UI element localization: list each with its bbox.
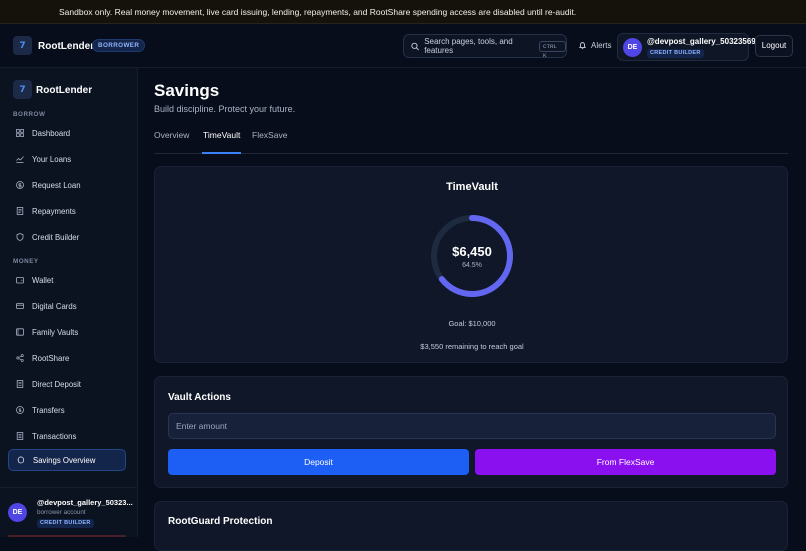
sidebar-item-label: Digital Cards	[32, 301, 77, 311]
list-icon	[16, 432, 24, 440]
vault-remaining: $3,550 remaining to reach goal	[420, 342, 524, 351]
section-label-borrow: BORROW	[13, 111, 46, 118]
page-title: Savings	[154, 81, 220, 100]
search-icon	[411, 42, 419, 50]
share-icon	[16, 354, 24, 362]
sidebar-item-label: Transfers	[32, 405, 65, 415]
sidebar-brand[interactable]: RootLender	[36, 85, 92, 96]
sidebar-item-label: Your Loans	[32, 154, 72, 164]
logo-icon[interactable]: 7	[13, 36, 32, 55]
sidebar-item-credit-builder[interactable]: Credit Builder	[8, 226, 126, 248]
amount-input[interactable]	[168, 413, 776, 439]
rootguard-title: RootGuard Protection	[168, 516, 273, 527]
bell-icon	[578, 42, 587, 50]
vault-actions-title: Vault Actions	[168, 392, 231, 403]
avatar: DE	[623, 38, 642, 57]
tab-flexsave[interactable]: FlexSave	[252, 129, 287, 154]
card-icon	[16, 303, 24, 309]
sandbox-banner: Sandbox only. Real money movement, live …	[0, 0, 806, 24]
logout-button[interactable]: Logout	[755, 35, 793, 57]
dollar-circle-icon	[16, 181, 24, 189]
timevault-title: TimeVault	[446, 181, 498, 193]
sidebar-item-label: Transactions	[32, 431, 77, 441]
sidebar-item-savings-overview[interactable]: Savings Overview	[8, 449, 126, 471]
sidebar-item-label: Credit Builder	[32, 232, 80, 242]
sidebar-user-card[interactable]: DE @devpost_gallery_50323... borrower ac…	[0, 487, 138, 537]
receipt-icon	[16, 207, 24, 215]
savings-tabs: Overview TimeVault FlexSave	[154, 129, 788, 154]
rootguard-card: RootGuard Protection	[154, 501, 788, 551]
vault-percent: 64.5%	[462, 262, 482, 269]
grid-icon	[16, 129, 24, 137]
page-subtitle: Build discipline. Protect your future.	[154, 104, 296, 114]
shortcut-hint: CTRL K	[539, 40, 566, 59]
role-badge: BORROWER	[92, 39, 146, 52]
sidebar-item-repayments[interactable]: Repayments	[8, 200, 126, 222]
wallet-icon	[16, 277, 24, 284]
brand-name[interactable]: RootLender	[38, 41, 94, 52]
sidebar-avatar: DE	[8, 503, 27, 522]
sidebar-item-wallet[interactable]: Wallet	[8, 269, 126, 291]
vault-actions-card: Vault Actions Deposit From FlexSave	[154, 376, 788, 488]
top-bar: 7 RootLender BORROWER Search pages, tool…	[0, 24, 806, 68]
timevault-card: TimeVault $6,450 64.5% Goal: $10,000 $3,…	[154, 166, 788, 363]
transfer-icon	[16, 406, 24, 414]
sidebar-item-label: Dashboard	[32, 128, 71, 138]
sidebar-item-request-loan[interactable]: Request Loan	[8, 174, 126, 196]
vault-goal: Goal: $10,000	[448, 319, 496, 328]
sidebar-item-label: Wallet	[32, 275, 54, 285]
deposit-button[interactable]: Deposit	[168, 449, 469, 475]
credit-builder-badge: CREDIT BUILDER	[647, 49, 704, 58]
sidebar-item-label: Family Vaults	[32, 327, 79, 337]
vault-icon	[16, 328, 24, 336]
sidebar-item-rootshare[interactable]: RootShare	[8, 347, 126, 369]
loans-icon	[16, 156, 24, 163]
main-content: Savings Build discipline. Protect your f…	[138, 68, 806, 551]
sidebar-credit-builder-badge: CREDIT BUILDER	[37, 519, 94, 528]
alerts-button[interactable]: Alerts	[578, 41, 611, 50]
sidebar-item-transfers[interactable]: Transfers	[8, 399, 126, 421]
search-box[interactable]: Search pages, tools, and features CTRL K	[403, 34, 567, 59]
sidebar-item-your-loans[interactable]: Your Loans	[8, 148, 126, 170]
sidebar-item-label: Direct Deposit	[32, 379, 81, 389]
sidebar-item-label: RootShare	[32, 353, 70, 363]
user-menu[interactable]: DE @devpost_gallery_50323569 CREDIT BUIL…	[617, 33, 756, 61]
sidebar-item-family-vaults[interactable]: Family Vaults	[8, 321, 126, 343]
sidebar-user-subtitle: borrower account	[37, 509, 86, 516]
from-flexsave-button[interactable]: From FlexSave	[475, 449, 776, 475]
sidebar-item-digital-cards[interactable]: Digital Cards	[8, 295, 126, 317]
document-icon	[16, 380, 24, 388]
sidebar-item-label: Request Loan	[32, 180, 81, 190]
sidebar-item-direct-deposit[interactable]: Direct Deposit	[8, 373, 126, 395]
alerts-label: Alerts	[591, 41, 612, 50]
sidebar-item-transactions[interactable]: Transactions	[8, 425, 126, 447]
search-label: Search pages, tools, and features	[424, 37, 513, 55]
sidebar-item-label: Repayments	[32, 206, 76, 216]
tab-overview[interactable]: Overview	[154, 129, 189, 154]
sidebar-logo-icon[interactable]: 7	[13, 80, 32, 99]
sidebar-item-dashboard[interactable]: Dashboard	[8, 122, 126, 144]
vault-amount: $6,450	[452, 244, 492, 259]
shield-icon	[16, 233, 24, 241]
sidebar-username: @devpost_gallery_50323...	[37, 498, 133, 507]
sidebar: 7 RootLender BORROW Dashboard Your Loans…	[0, 68, 138, 537]
tab-timevault[interactable]: TimeVault	[202, 129, 242, 154]
username: @devpost_gallery_50323569	[647, 37, 756, 46]
sidebar-item-label: Savings Overview	[33, 455, 96, 465]
section-label-money: MONEY	[13, 258, 39, 265]
piggy-icon	[17, 456, 24, 464]
